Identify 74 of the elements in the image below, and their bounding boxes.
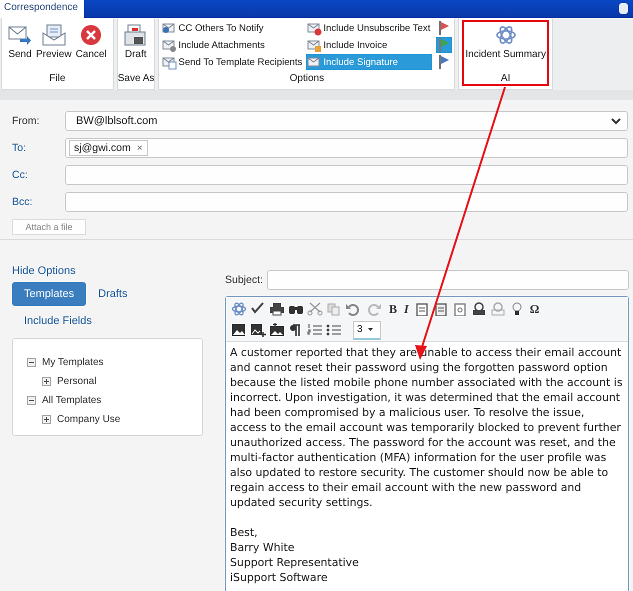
numbered-list-icon[interactable] [307, 323, 323, 337]
group-label: AI [500, 73, 512, 86]
field-label: To: [12, 142, 28, 154]
envelope-option-icon [307, 54, 322, 70]
envelope-option-icon [307, 38, 322, 52]
group-label: Options [288, 73, 326, 86]
expand-icon[interactable] [42, 415, 51, 424]
envelope-document-icon [42, 24, 66, 46]
signature-line: Barry White [230, 540, 296, 555]
ribbon-button[interactable]: Draft [122, 22, 150, 62]
field-label: Bcc: [12, 196, 34, 208]
signature-line: Best, [230, 525, 259, 540]
envelope-option-icon [162, 20, 178, 36]
tree-item[interactable]: My Templates [42, 357, 104, 368]
bcc-field[interactable] [65, 192, 628, 212]
tree-item[interactable]: Company Use [57, 414, 120, 425]
ribbon-button[interactable]: Preview [34, 22, 74, 62]
clipboard-icon[interactable] [432, 302, 449, 316]
option-toggle[interactable]: Include Invoice [306, 37, 432, 53]
font-size-dropdown[interactable]: 3 [353, 320, 381, 340]
field-label: Cc: [12, 169, 29, 181]
option-toggle[interactable]: Send To Template Recipients [161, 54, 304, 70]
from-dropdown[interactable]: BW@lblsoft.com [65, 111, 628, 131]
ribbon-button[interactable]: Send [6, 22, 34, 62]
signature-line: iSupport Software [230, 570, 329, 585]
envelope-option-icon [307, 20, 322, 36]
envelope-option-icon [162, 54, 178, 70]
recipient-email: sj@gwi.com [74, 142, 131, 154]
group-label: File [48, 73, 66, 86]
lock-icon [619, 3, 628, 14]
option-toggle[interactable]: Include Unsubscribe Text [306, 20, 432, 36]
include-fields-link[interactable]: Include Fields [24, 315, 203, 327]
field-label: Subject: [225, 274, 263, 286]
collapse-icon[interactable] [27, 396, 36, 405]
image-icon[interactable] [231, 323, 247, 337]
flag-button[interactable] [436, 37, 452, 53]
tree-item[interactable]: All Templates [42, 395, 102, 406]
cc-field[interactable] [65, 165, 628, 185]
clipboard-icon[interactable] [452, 302, 468, 316]
signature-line: Support Representative [230, 555, 360, 570]
printer-icon[interactable] [269, 302, 285, 316]
caret-icon [368, 328, 373, 331]
to-field[interactable]: sj@gwi.com × [65, 138, 628, 158]
hide-options-link[interactable]: Hide Options [12, 265, 203, 277]
clipboard-icon[interactable] [414, 302, 430, 316]
spellcheck-icon[interactable] [250, 302, 266, 316]
window-tab[interactable]: Correspondence [0, 0, 84, 18]
bullet-list-icon[interactable] [326, 323, 342, 337]
image-edit-icon[interactable] [269, 323, 285, 337]
subject-field[interactable] [266, 270, 629, 290]
panel-tab[interactable]: Templates [12, 282, 86, 306]
remove-button[interactable]: × [136, 142, 143, 154]
collapse-icon[interactable] [27, 358, 36, 367]
rich-text-editor[interactable] [225, 296, 629, 591]
envelope-arrow-icon [8, 24, 32, 46]
attach-file-button[interactable]: Attach a file [12, 219, 86, 235]
tree-item[interactable]: Personal [57, 376, 96, 387]
special-character-button[interactable]: Ω [528, 302, 542, 316]
ribbon-button[interactable]: Incident Summary [463, 22, 548, 62]
ai-knot-icon [494, 24, 517, 46]
option-toggle[interactable]: CC Others To Notify [161, 20, 304, 36]
panel-tab[interactable]: Drafts [86, 282, 140, 306]
ribbon-button[interactable]: Cancel [74, 22, 109, 62]
italic-button[interactable]: I [402, 302, 411, 316]
bold-button[interactable]: B [387, 302, 400, 316]
save-document-icon [124, 24, 148, 46]
image-add-icon[interactable] [250, 323, 266, 337]
cancel-icon [80, 24, 102, 46]
field-label: From: [12, 115, 40, 127]
chevron-down-icon [611, 118, 621, 124]
option-toggle[interactable]: Include Attachments [161, 37, 304, 53]
envelope-option-icon [162, 38, 178, 52]
group-label: Save As [118, 73, 154, 86]
expand-icon[interactable] [42, 377, 51, 386]
